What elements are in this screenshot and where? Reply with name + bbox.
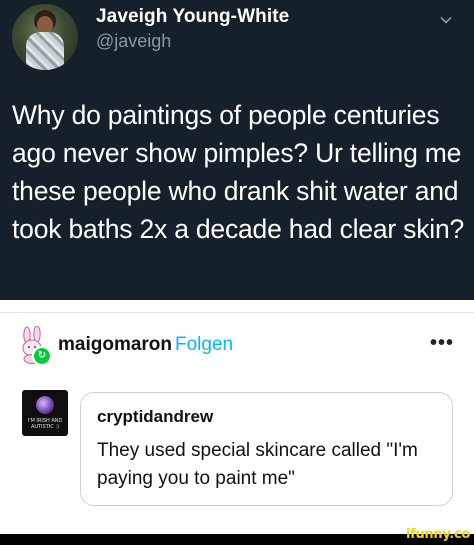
tweet-handle[interactable]: @javeigh (96, 31, 171, 52)
ifunny-watermark: ifunny.co (405, 527, 470, 542)
tweet-card: Javeigh Young-White @javeigh Why do pain… (0, 0, 474, 300)
reblog-icon: ↻ (32, 346, 52, 366)
tweet-avatar[interactable] (12, 4, 78, 70)
chevron-down-icon[interactable] (440, 14, 452, 26)
reply-text: They used special skincare called "I'm p… (97, 440, 418, 489)
divider (0, 312, 474, 313)
tweet-display-name[interactable]: Javeigh Young-White (96, 6, 289, 28)
planet-icon (36, 396, 54, 414)
reply-avatar[interactable]: I'M IRISH AND AUTISTIC :) (22, 390, 68, 436)
avatar-caption: I'M IRISH AND AUTISTIC :) (27, 418, 63, 430)
follow-button[interactable]: Folgen (175, 334, 233, 356)
post-username[interactable]: maigomaron (58, 334, 172, 356)
more-options-button[interactable]: ••• (430, 332, 454, 355)
watermark-bar (0, 534, 474, 545)
reply-bubble: cryptidandrew They used special skincare… (80, 392, 453, 506)
reply-username[interactable]: cryptidandrew (97, 407, 213, 427)
avatar-shirt (26, 32, 64, 70)
tweet-text: Why do paintings of people centuries ago… (12, 100, 465, 244)
